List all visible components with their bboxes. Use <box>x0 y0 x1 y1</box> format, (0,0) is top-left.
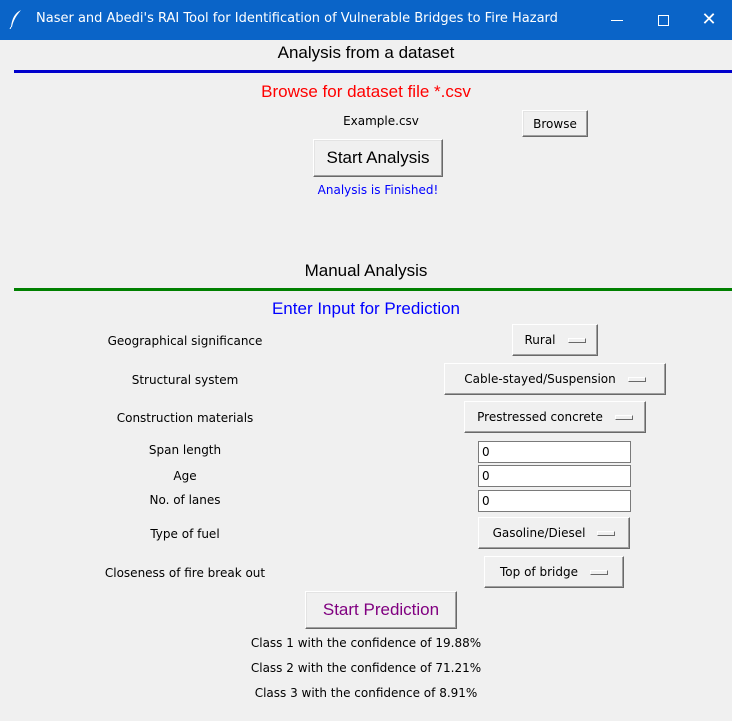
prediction-prompt: Enter Input for Prediction <box>271 299 461 318</box>
closeness-value: Top of bridge <box>500 565 578 579</box>
age-input[interactable] <box>478 465 631 487</box>
dataset-section-heading: Analysis from a dataset <box>277 43 455 62</box>
material-select[interactable]: Prestressed concrete <box>464 401 646 433</box>
feather-icon <box>9 10 21 29</box>
geo-select[interactable]: Rural <box>512 324 598 356</box>
structure-value: Cable-stayed/Suspension <box>464 372 616 386</box>
analysis-status: Analysis is Finished! <box>317 183 439 197</box>
dropdown-indicator-icon <box>567 337 586 343</box>
window-title: Naser and Abedi's RAI Tool for Identific… <box>36 11 558 26</box>
browse-prompt-text: Browse for dataset file *.csv <box>261 82 471 101</box>
result-class-2: Class 2 with the confidence of 71.21% <box>250 661 482 675</box>
maximize-button[interactable] <box>640 0 686 40</box>
age-label: Age <box>173 469 197 483</box>
structure-label: Structural system <box>131 373 239 387</box>
manual-section-heading: Manual Analysis <box>304 261 428 280</box>
dropdown-indicator-icon <box>614 414 633 420</box>
minimize-icon <box>611 19 623 21</box>
browse-button[interactable]: Browse <box>522 110 588 137</box>
span-label: Span length <box>148 443 222 457</box>
dropdown-indicator-icon <box>597 530 616 536</box>
result-class-1: Class 1 with the confidence of 19.88% <box>250 636 482 650</box>
fuel-label: Type of fuel <box>150 527 220 541</box>
close-icon: ✕ <box>701 9 717 30</box>
start-prediction-button[interactable]: Start Prediction <box>305 591 457 629</box>
fuel-select[interactable]: Gasoline/Diesel <box>478 517 630 549</box>
lanes-label: No. of lanes <box>149 493 221 507</box>
close-button[interactable]: ✕ <box>686 0 732 40</box>
manual-divider <box>14 288 732 291</box>
material-label: Construction materials <box>116 411 254 425</box>
dropdown-indicator-icon <box>627 376 646 382</box>
material-value: Prestressed concrete <box>477 410 603 424</box>
start-analysis-button[interactable]: Start Analysis <box>313 139 443 177</box>
closeness-label: Closeness of fire break out <box>104 566 266 580</box>
dropdown-indicator-icon <box>589 569 608 575</box>
span-length-input[interactable] <box>478 441 631 463</box>
geo-label: Geographical significance <box>107 334 263 348</box>
result-class-3: Class 3 with the confidence of 8.91% <box>254 686 478 700</box>
closeness-select[interactable]: Top of bridge <box>484 556 624 588</box>
lanes-input[interactable] <box>478 490 631 512</box>
dataset-filename: Example.csv <box>343 114 419 128</box>
dataset-divider <box>14 70 732 73</box>
minimize-button[interactable] <box>594 0 640 40</box>
geo-value: Rural <box>524 333 556 347</box>
structure-select[interactable]: Cable-stayed/Suspension <box>444 363 666 395</box>
browse-prompt: Browse for dataset file *.csv <box>0 82 732 102</box>
maximize-icon <box>657 14 669 26</box>
title-bar[interactable]: Naser and Abedi's RAI Tool for Identific… <box>0 0 732 40</box>
fuel-value: Gasoline/Diesel <box>492 526 586 540</box>
